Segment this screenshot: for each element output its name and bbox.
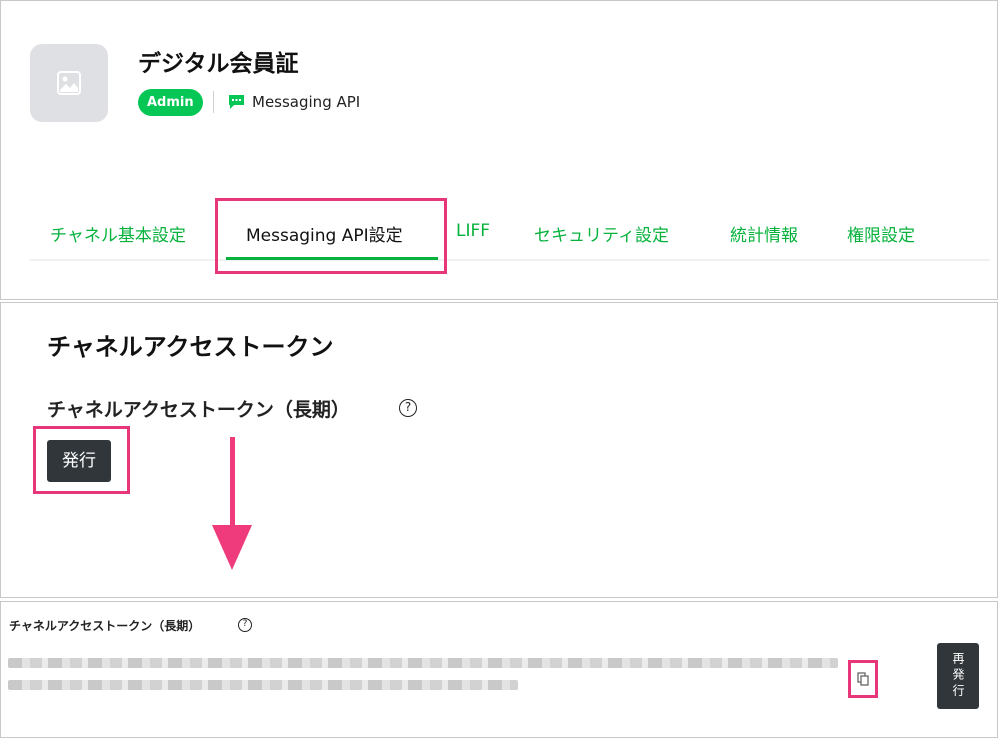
- copy-button[interactable]: [848, 660, 878, 698]
- token-subtitle: チャネルアクセストークン（長期）: [47, 399, 350, 421]
- token-value-masked-line2: [8, 680, 518, 690]
- result-help-icon[interactable]: ?: [238, 618, 252, 632]
- highlight-issue-button: [33, 426, 130, 494]
- tab-statistics[interactable]: 統計情報: [730, 221, 798, 246]
- tab-liff[interactable]: LIFF: [456, 221, 490, 241]
- channel-type: Messaging API: [229, 91, 360, 113]
- arrow-down-shaft: [230, 437, 235, 537]
- result-token-label: チャネルアクセストークン（長期）: [9, 619, 201, 633]
- highlight-active-tab: [215, 198, 447, 274]
- role-badge: Admin: [138, 89, 203, 116]
- channel-name: デジタル会員証: [138, 51, 299, 77]
- copy-icon: [857, 672, 869, 686]
- tab-basic-settings[interactable]: チャネル基本設定: [50, 221, 186, 246]
- message-icon: [229, 95, 244, 109]
- help-icon[interactable]: ?: [399, 399, 417, 417]
- token-value-masked: [8, 658, 838, 668]
- channel-header-panel: デジタル会員証 Admin Messaging API チャネル基本設定 Mes…: [0, 0, 998, 300]
- tabs-baseline: [30, 259, 990, 261]
- image-placeholder-icon: [57, 71, 81, 95]
- section-title: チャネルアクセストークン: [47, 333, 334, 361]
- tab-security-settings[interactable]: セキュリティ設定: [534, 221, 669, 246]
- arrow-down-icon: [212, 525, 252, 570]
- reissue-button[interactable]: 再発行: [937, 643, 979, 709]
- tab-permissions[interactable]: 権限設定: [847, 221, 915, 246]
- badge-divider: [213, 91, 214, 113]
- channel-icon: [30, 44, 108, 122]
- channel-type-label: Messaging API: [252, 93, 361, 111]
